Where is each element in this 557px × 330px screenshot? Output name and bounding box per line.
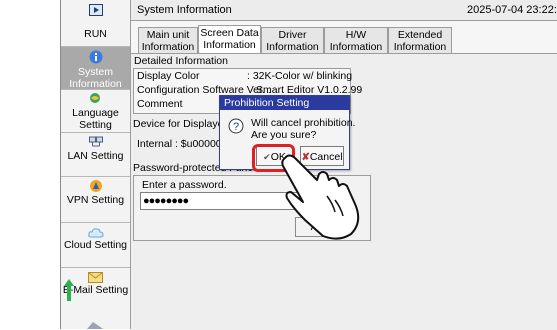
tab-extended-information[interactable]: Extended Information [388,27,452,53]
sidebar-item-label: System Information [69,66,122,90]
tab-screen-data-information[interactable]: Screen Data Information [198,25,261,53]
tab-label-line2: Information [329,41,383,53]
tab-label-line2: Information [266,41,319,53]
run-icon [88,4,103,16]
sidebar-item-label: LAN Setting [67,150,124,162]
comment-label: Comment [137,98,183,110]
sidebar: RUN System Information Language Setting … [61,0,131,329]
cloud-icon [87,228,104,238]
info-icon [89,50,102,64]
lan-icon [88,136,103,147]
sidebar-item-label: VPN Setting [66,194,125,206]
tab-label-line2: Information [141,41,195,53]
question-icon: ? [228,118,244,134]
sidebar-item-vpn[interactable]: VPN Setting [61,177,130,223]
detail-heading: Detailed Information [134,55,228,67]
sidebar-item-label: Cloud Setting [63,239,128,251]
svg-text:?: ? [233,121,239,133]
title-bar: System Information 2025-07-04 23:22:1 [131,0,557,21]
display-color-value: : 32K-Color w/ blinking [247,70,353,82]
datetime-display: 2025-07-04 23:22:1 [466,4,557,16]
tab-label-line1: H/W [345,29,367,41]
scroll-up-arrow-icon[interactable] [64,279,74,301]
tab-label-line1: Extended [397,29,443,41]
tab-main-unit-information[interactable]: Main unit Information [138,27,198,53]
sidebar-item-language[interactable]: Language Setting [61,90,130,133]
sidebar-item-label: Language Setting [72,107,119,131]
dialog-message-line1: Will cancel prohibition. [251,117,356,129]
tab-label-line1: Screen Data [200,27,259,39]
vpn-icon [89,180,102,192]
sidebar-item-lan[interactable]: LAN Setting [61,133,130,177]
page-title: System Information [137,4,232,16]
tab-driver-information[interactable]: Driver Information [261,27,324,53]
pointing-hand-icon [281,154,360,240]
sidebar-item-cloud[interactable]: Cloud Setting [61,223,130,268]
internal-device-value: Internal : $u00000 [137,138,222,150]
tab-strip: Main unit Information Screen Data Inform… [131,21,557,53]
language-icon [89,93,100,103]
display-color-label: Display Color [137,70,200,82]
dialog-message-line2: Are you sure? [251,129,317,141]
partial-icon [87,322,103,329]
tab-label-line1: Main unit [146,29,190,41]
email-icon [88,272,103,283]
sidebar-item-label: RUN [84,28,107,40]
tab-label-line1: Driver [278,29,307,41]
tab-label-line2: Information [393,41,447,53]
password-prompt: Enter a password. [142,179,227,191]
sidebar-item-run[interactable]: RUN [61,0,130,47]
tab-hw-information[interactable]: H/W Information [324,27,388,53]
tab-label-line2: Information [203,39,256,51]
dialog-title: Prohibition Setting [220,96,349,110]
sidebar-item-system-information[interactable]: System Information [61,47,130,90]
